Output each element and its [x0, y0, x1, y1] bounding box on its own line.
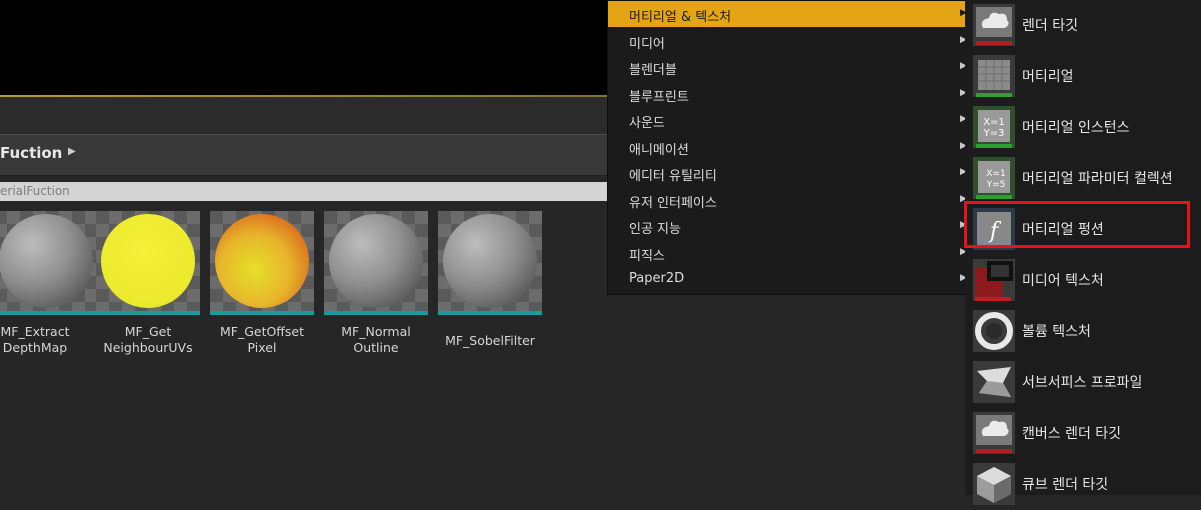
highlight-box	[964, 201, 1190, 248]
chevron-right-icon[interactable]: ▶	[68, 146, 76, 157]
asset-tile[interactable]	[96, 211, 200, 315]
menu-item-ai[interactable]: 인공 지능 ▶	[608, 213, 972, 239]
cube-render-target-icon	[973, 463, 1015, 505]
material-icon	[973, 55, 1015, 97]
material-sphere-thumbnail	[329, 214, 423, 308]
menu-item-label: 머티리얼 & 텍스처	[629, 10, 732, 25]
folder-title[interactable]: Fuction	[0, 144, 62, 162]
asset-label-line: MF_GetOffset	[219, 324, 305, 339]
menu-item-blueprints[interactable]: 블루프린트 ▶	[608, 81, 972, 107]
menu-item-label: 미디어 텍스처	[1022, 273, 1104, 289]
asset-tile[interactable]	[0, 211, 98, 315]
svg-text:X=1: X=1	[983, 117, 1005, 128]
menu-item-cube-render-target[interactable]: 큐브 렌더 타깃	[965, 459, 1201, 510]
asset-tile[interactable]	[324, 211, 428, 315]
category-menu: 머티리얼 & 텍스처 ▶ 미디어 ▶ 블렌더블 ▶ 블루프린트 ▶ 사운드 ▶ 애니메이션…	[607, 0, 973, 295]
menu-item-materials-textures[interactable]: 머티리얼 & 텍스처 ▶	[608, 1, 972, 27]
menu-item-label: 블렌더블	[629, 63, 677, 78]
media-texture-icon	[973, 259, 1015, 301]
asset-label-line: Pixel	[247, 340, 277, 355]
menu-item-render-target[interactable]: 렌더 타깃	[965, 0, 1201, 51]
asset-label[interactable]: MF_SobelFilter	[435, 333, 545, 349]
menu-item-label: 유저 인터페이스	[629, 195, 717, 211]
menu-item-label: Paper2D	[629, 271, 685, 286]
asset-label-line: Outline	[353, 340, 399, 355]
asset-label-line: DepthMap	[2, 340, 68, 355]
asset-label-line: MF_Normal	[341, 324, 411, 339]
menu-item-label: 큐브 렌더 타깃	[1022, 477, 1109, 493]
volume-texture-icon	[973, 310, 1015, 352]
material-sphere-thumbnail	[0, 214, 93, 308]
menu-item-label: 렌더 타깃	[1022, 18, 1078, 34]
menu-item-label: 미디어	[629, 36, 665, 52]
material-sphere-thumbnail	[443, 214, 537, 308]
menu-item-blendables[interactable]: 블렌더블 ▶	[608, 54, 972, 80]
menu-item-label: 볼륨 텍스처	[1022, 324, 1091, 340]
menu-item-label: 인공 지능	[629, 222, 681, 237]
menu-item-paper2d[interactable]: Paper2D ▶	[608, 266, 972, 292]
svg-text:X=1: X=1	[986, 169, 1005, 179]
subsurface-profile-icon	[973, 361, 1015, 403]
material-instance-icon: X=1 Y=3	[973, 106, 1015, 148]
menu-item-canvas-render-target[interactable]: 캔버스 렌더 타깃	[965, 408, 1201, 459]
menu-item-label: 피직스	[629, 248, 665, 264]
asset-label-line: MF_Extract	[0, 324, 70, 339]
menu-item-sounds[interactable]: 사운드 ▶	[608, 107, 972, 133]
material-sphere-thumbnail	[101, 214, 195, 308]
menu-item-physics[interactable]: 피직스 ▶	[608, 240, 972, 266]
asset-label-line: MF_Get	[124, 324, 172, 339]
asset-label[interactable]: MF_Get NeighbourUVs	[93, 324, 203, 356]
asset-label[interactable]: MF_Extract DepthMap	[0, 324, 90, 356]
menu-item-editor-utilities[interactable]: 에디터 유틸리티 ▶	[608, 160, 972, 186]
menu-item-label: 에디터 유틸리티	[629, 169, 717, 184]
menu-item-label: 서브서피스 프로파일	[1022, 375, 1143, 391]
menu-item-material[interactable]: 머티리얼	[965, 51, 1201, 102]
menu-item-user-interface[interactable]: 유저 인터페이스 ▶	[608, 187, 972, 213]
menu-item-volume-texture[interactable]: 볼륨 텍스처	[965, 306, 1201, 357]
asset-tile[interactable]	[210, 211, 314, 315]
menu-item-label: 머티리얼 인스턴스	[1022, 120, 1130, 136]
render-target-icon	[973, 4, 1015, 46]
asset-label-line: MF_SobelFilter	[445, 333, 535, 348]
menu-item-label: 사운드	[629, 116, 665, 131]
menu-item-media[interactable]: 미디어 ▶	[608, 28, 972, 54]
material-sphere-thumbnail	[215, 214, 309, 308]
asset-label-line: NeighbourUVs	[103, 340, 193, 355]
svg-text:Y=5: Y=5	[986, 180, 1006, 190]
menu-item-label: 애니메이션	[629, 142, 689, 158]
menu-item-label: 머티리얼	[1022, 69, 1074, 85]
path-text: erialFuction	[0, 184, 70, 198]
menu-item-media-texture[interactable]: 미디어 텍스처	[965, 255, 1201, 306]
menu-item-subsurface-profile[interactable]: 서브서피스 프로파일	[965, 357, 1201, 408]
menu-item-label: 머티리얼 파라미터 컬렉션	[1022, 171, 1173, 187]
canvas-render-target-icon	[973, 412, 1015, 454]
svg-text:Y=3: Y=3	[983, 128, 1005, 139]
asset-label[interactable]: MF_Normal Outline	[321, 324, 431, 356]
asset-label[interactable]: MF_GetOffset Pixel	[207, 324, 317, 356]
menu-item-label: 블루프린트	[629, 89, 689, 105]
menu-item-label: 캔버스 렌더 타깃	[1022, 426, 1122, 442]
asset-tile[interactable]	[438, 211, 542, 315]
menu-item-material-instance[interactable]: X=1 Y=3 머티리얼 인스턴스	[965, 102, 1201, 153]
menu-item-animation[interactable]: 애니메이션 ▶	[608, 134, 972, 160]
menu-item-material-parameter-collection[interactable]: X=1 Y=5 머티리얼 파라미터 컬렉션	[965, 153, 1201, 204]
material-parameter-collection-icon: X=1 Y=5	[973, 157, 1015, 199]
